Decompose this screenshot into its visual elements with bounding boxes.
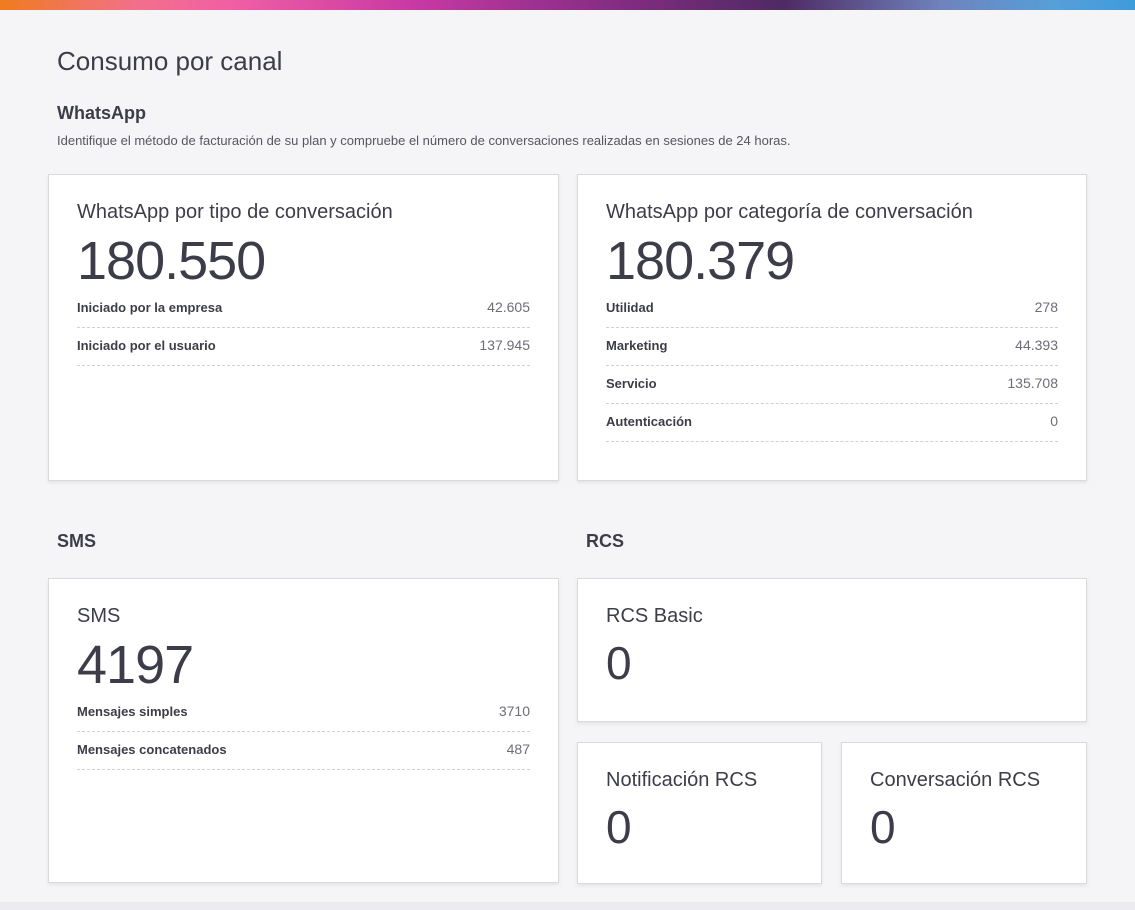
stat-label: Servicio: [606, 376, 657, 391]
rcs-section-heading: RCS: [586, 531, 625, 551]
whatsapp-type-total: 180.550: [77, 231, 266, 291]
stat-value: 135.708: [1007, 375, 1058, 391]
rcs-basic-card: RCS Basic 0: [577, 578, 1087, 722]
stat-value: 278: [1034, 299, 1058, 315]
card-title: WhatsApp por categoría de conversación: [606, 201, 973, 223]
sms-section-heading: SMS: [57, 531, 97, 551]
stat-value: 3710: [498, 703, 530, 719]
sms-card: SMS 4197 Mensajes simples 3710 Mensajes …: [48, 578, 559, 883]
whatsapp-section: WhatsApp Identifique el método de factur…: [48, 102, 1087, 481]
rcs-section: RCS RCS Basic 0 Notificación RCS 0 Conve…: [577, 530, 1087, 884]
sms-rcs-row: SMS SMS 4197 Mensajes simples 3710 Mensa…: [48, 530, 1087, 884]
stat-rows: Utilidad 278 Marketing 44.393 Servicio 1…: [606, 290, 1058, 442]
stat-row-business-initiated: Iniciado por la empresa 42.605: [77, 290, 530, 328]
rcs-notification-card: Notificación RCS 0: [577, 742, 822, 884]
stat-value: 44.393: [1015, 337, 1058, 353]
stat-label: Utilidad: [606, 300, 654, 315]
brand-gradient-bar: [0, 0, 1135, 10]
rcs-conversation-total: 0: [870, 801, 896, 853]
whatsapp-cards-row: WhatsApp por tipo de conversación 180.55…: [48, 174, 1087, 481]
stat-row-concatenated-messages: Mensajes concatenados 487: [77, 732, 530, 770]
stat-label: Iniciado por la empresa: [77, 300, 223, 315]
card-title: SMS: [77, 605, 121, 627]
stat-value: 0: [1050, 413, 1058, 429]
consumption-page: Consumo por canal WhatsApp Identifique e…: [0, 10, 1135, 910]
bottom-strip: [0, 902, 1135, 910]
rcs-notification-total: 0: [606, 801, 632, 853]
stat-row-authentication: Autenticación 0: [606, 404, 1058, 442]
stat-rows: Mensajes simples 3710 Mensajes concatena…: [77, 694, 530, 770]
stat-value: 42.605: [487, 299, 530, 315]
whatsapp-section-heading: WhatsApp: [57, 103, 146, 123]
sms-section: SMS SMS 4197 Mensajes simples 3710 Mensa…: [48, 530, 559, 884]
card-title: WhatsApp por tipo de conversación: [77, 201, 393, 223]
stat-row-user-initiated: Iniciado por el usuario 137.945: [77, 328, 530, 366]
stat-value: 137.945: [479, 337, 530, 353]
stat-label: Mensajes concatenados: [77, 742, 227, 757]
whatsapp-section-description: Identifique el método de facturación de …: [57, 133, 791, 148]
stat-label: Mensajes simples: [77, 704, 188, 719]
stat-row-marketing: Marketing 44.393: [606, 328, 1058, 366]
stat-row-service: Servicio 135.708: [606, 366, 1058, 404]
whatsapp-category-total: 180.379: [606, 231, 795, 291]
stat-label: Marketing: [606, 338, 668, 353]
rcs-small-cards-row: Notificación RCS 0 Conversación RCS 0: [577, 742, 1087, 884]
stat-row-utility: Utilidad 278: [606, 290, 1058, 328]
whatsapp-category-card: WhatsApp por categoría de conversación 1…: [577, 174, 1087, 481]
card-title: Conversación RCS: [870, 769, 1041, 791]
card-title: Notificación RCS: [606, 769, 758, 791]
rcs-conversation-card: Conversación RCS 0: [841, 742, 1087, 884]
stat-label: Iniciado por el usuario: [77, 338, 216, 353]
page-title: Consumo por canal: [57, 46, 283, 76]
rcs-basic-total: 0: [606, 637, 632, 689]
stat-value: 487: [506, 741, 530, 757]
sms-total: 4197: [77, 635, 194, 695]
stat-label: Autenticación: [606, 414, 692, 429]
stat-row-simple-messages: Mensajes simples 3710: [77, 694, 530, 732]
stat-rows: Iniciado por la empresa 42.605 Iniciado …: [77, 290, 530, 366]
card-title: RCS Basic: [606, 605, 703, 627]
whatsapp-type-card: WhatsApp por tipo de conversación 180.55…: [48, 174, 559, 481]
